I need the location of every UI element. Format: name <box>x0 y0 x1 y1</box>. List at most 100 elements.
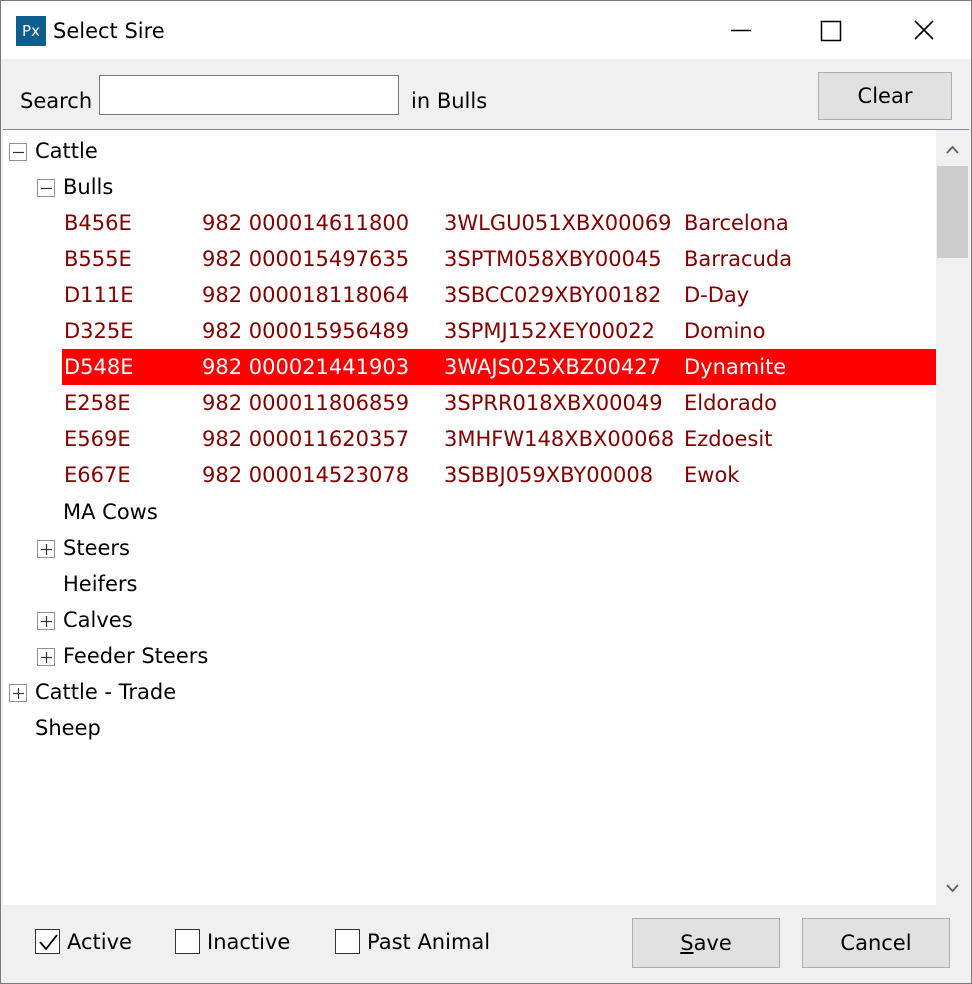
search-input[interactable] <box>99 75 399 115</box>
tree-node-sheep[interactable]: Sheep <box>3 710 303 746</box>
select-sire-dialog: Px Select Sire Search in Bulls Clear Cat… <box>0 0 972 984</box>
animal-name: Barracuda <box>684 247 793 271</box>
animal-row[interactable]: E258E 982 000011806859 3SPRR018XBX00049 … <box>62 385 936 421</box>
search-label: Search <box>20 89 93 113</box>
plus-icon <box>41 652 52 663</box>
animal-tag: E258E <box>64 391 131 415</box>
tree-node-cattle-trade[interactable]: Cattle - Trade <box>3 674 303 710</box>
checkbox-label: Inactive <box>207 930 291 954</box>
animal-tag: D111E <box>64 283 134 307</box>
animal-registration: 3SBBJ059XBY00008 <box>444 463 654 487</box>
collapse-cattle-button[interactable] <box>9 143 27 161</box>
animal-name: Barcelona <box>684 211 789 235</box>
inactive-checkbox[interactable]: Inactive <box>175 927 305 957</box>
plus-icon <box>41 616 52 627</box>
tree-node-ma-cows[interactable]: MA Cows <box>3 494 303 530</box>
save-button[interactable]: Save <box>632 918 780 968</box>
tree-node-heifers[interactable]: Heifers <box>3 566 303 602</box>
animal-eid: 982 000011620357 <box>202 427 410 451</box>
active-checkbox[interactable]: Active <box>35 927 145 957</box>
animal-tag: B456E <box>64 211 132 235</box>
app-icon: Px <box>16 16 46 46</box>
expand-feeder-steers-button[interactable] <box>37 648 55 666</box>
tree-node-label: Cattle <box>35 139 98 163</box>
animal-tag: E667E <box>64 463 131 487</box>
scrollbar-thumb[interactable] <box>937 166 968 258</box>
animal-eid: 982 000021441903 <box>202 355 410 379</box>
animal-tag: E569E <box>64 427 131 451</box>
animal-registration: 3WAJS025XBZ00427 <box>444 355 661 379</box>
search-scope-label: in Bulls <box>411 89 488 113</box>
past-animal-checkbox[interactable]: Past Animal <box>335 927 505 957</box>
animal-name: Ewok <box>684 463 740 487</box>
collapse-bulls-button[interactable] <box>37 179 55 197</box>
expand-calves-button[interactable] <box>37 612 55 630</box>
tree-node-feeder-steers[interactable]: Feeder Steers <box>3 638 303 674</box>
animal-row[interactable]: B456E 982 000014611800 3WLGU051XBX00069 … <box>62 205 936 241</box>
checkbox-label: Past Animal <box>367 930 491 954</box>
animal-eid: 982 000014523078 <box>202 463 410 487</box>
close-icon <box>914 20 934 40</box>
tree-node-cattle[interactable]: Cattle <box>3 133 303 169</box>
tree-node-label: Feeder Steers <box>63 644 209 668</box>
animal-tree: Cattle Bulls B456E 982 000014611800 3WLG… <box>3 129 969 905</box>
checkbox-box[interactable] <box>35 929 60 954</box>
animal-row[interactable]: E569E 982 000011620357 3MHFW148XBX00068 … <box>62 421 936 457</box>
checkbox-box[interactable] <box>175 929 200 954</box>
animal-row[interactable]: D111E 982 000018118064 3SBCC029XBY00182 … <box>62 277 936 313</box>
tree-node-steers[interactable]: Steers <box>3 530 303 566</box>
animal-tag: D325E <box>64 319 134 343</box>
animal-row[interactable]: E667E 982 000014523078 3SBBJ059XBY00008 … <box>62 457 936 493</box>
animal-tag: B555E <box>64 247 132 271</box>
tree-node-calves[interactable]: Calves <box>3 602 303 638</box>
animal-name: D-Day <box>684 283 750 307</box>
animal-eid: 982 000011806859 <box>202 391 410 415</box>
chevron-up-icon <box>946 145 959 154</box>
animal-name: Eldorado <box>684 391 777 415</box>
save-label-rest: ave <box>693 931 732 955</box>
tree-node-label: MA Cows <box>63 500 158 524</box>
expand-cattle-trade-button[interactable] <box>9 684 27 702</box>
vertical-scrollbar[interactable] <box>936 130 969 905</box>
tree-node-label: Cattle - Trade <box>35 680 177 704</box>
animal-eid: 982 000014611800 <box>202 211 410 235</box>
tree-node-label: Sheep <box>35 716 101 740</box>
plus-icon <box>13 688 24 699</box>
animal-eid: 982 000018118064 <box>202 283 410 307</box>
animal-registration: 3SPRR018XBX00049 <box>444 391 663 415</box>
scroll-down-button[interactable] <box>936 871 969 905</box>
checkbox-box[interactable] <box>335 929 360 954</box>
animal-row[interactable]: B555E 982 000015497635 3SPTM058XBY00045 … <box>62 241 936 277</box>
close-button[interactable] <box>879 1 971 59</box>
tree-node-label: Calves <box>63 608 133 632</box>
animal-name: Domino <box>684 319 766 343</box>
clear-button[interactable]: Clear <box>818 72 952 120</box>
checkbox-label: Active <box>67 930 132 954</box>
animal-registration: 3SPMJ152XEY00022 <box>444 319 656 343</box>
maximize-button[interactable] <box>787 1 879 59</box>
animal-name: Dynamite <box>684 355 787 379</box>
minimize-button[interactable] <box>695 1 787 59</box>
cancel-button[interactable]: Cancel <box>802 918 950 968</box>
animal-registration: 3WLGU051XBX00069 <box>444 211 672 235</box>
tree-node-bulls[interactable]: Bulls <box>3 169 303 205</box>
chevron-down-icon <box>946 884 959 893</box>
animal-eid: 982 000015956489 <box>202 319 410 343</box>
animal-name: Ezdoesit <box>684 427 773 451</box>
animal-row[interactable]: D325E 982 000015956489 3SPMJ152XEY00022 … <box>62 313 936 349</box>
tree-node-label: Heifers <box>63 572 138 596</box>
animal-registration: 3MHFW148XBX00068 <box>444 427 675 451</box>
animal-tag: D548E <box>64 355 134 379</box>
tree-node-label: Bulls <box>63 175 114 199</box>
minus-icon <box>13 151 24 154</box>
maximize-icon <box>820 20 842 42</box>
animal-registration: 3SPTM058XBY00045 <box>444 247 662 271</box>
checkmark-icon <box>39 934 58 951</box>
save-accelerator-key: S <box>680 931 694 955</box>
animal-row-selected[interactable]: D548E 982 000021441903 3WAJS025XBZ00427 … <box>62 349 936 385</box>
animal-eid: 982 000015497635 <box>202 247 410 271</box>
animal-registration: 3SBCC029XBY00182 <box>444 283 662 307</box>
minus-icon <box>41 187 52 190</box>
expand-steers-button[interactable] <box>37 540 55 558</box>
scroll-up-button[interactable] <box>936 130 969 164</box>
